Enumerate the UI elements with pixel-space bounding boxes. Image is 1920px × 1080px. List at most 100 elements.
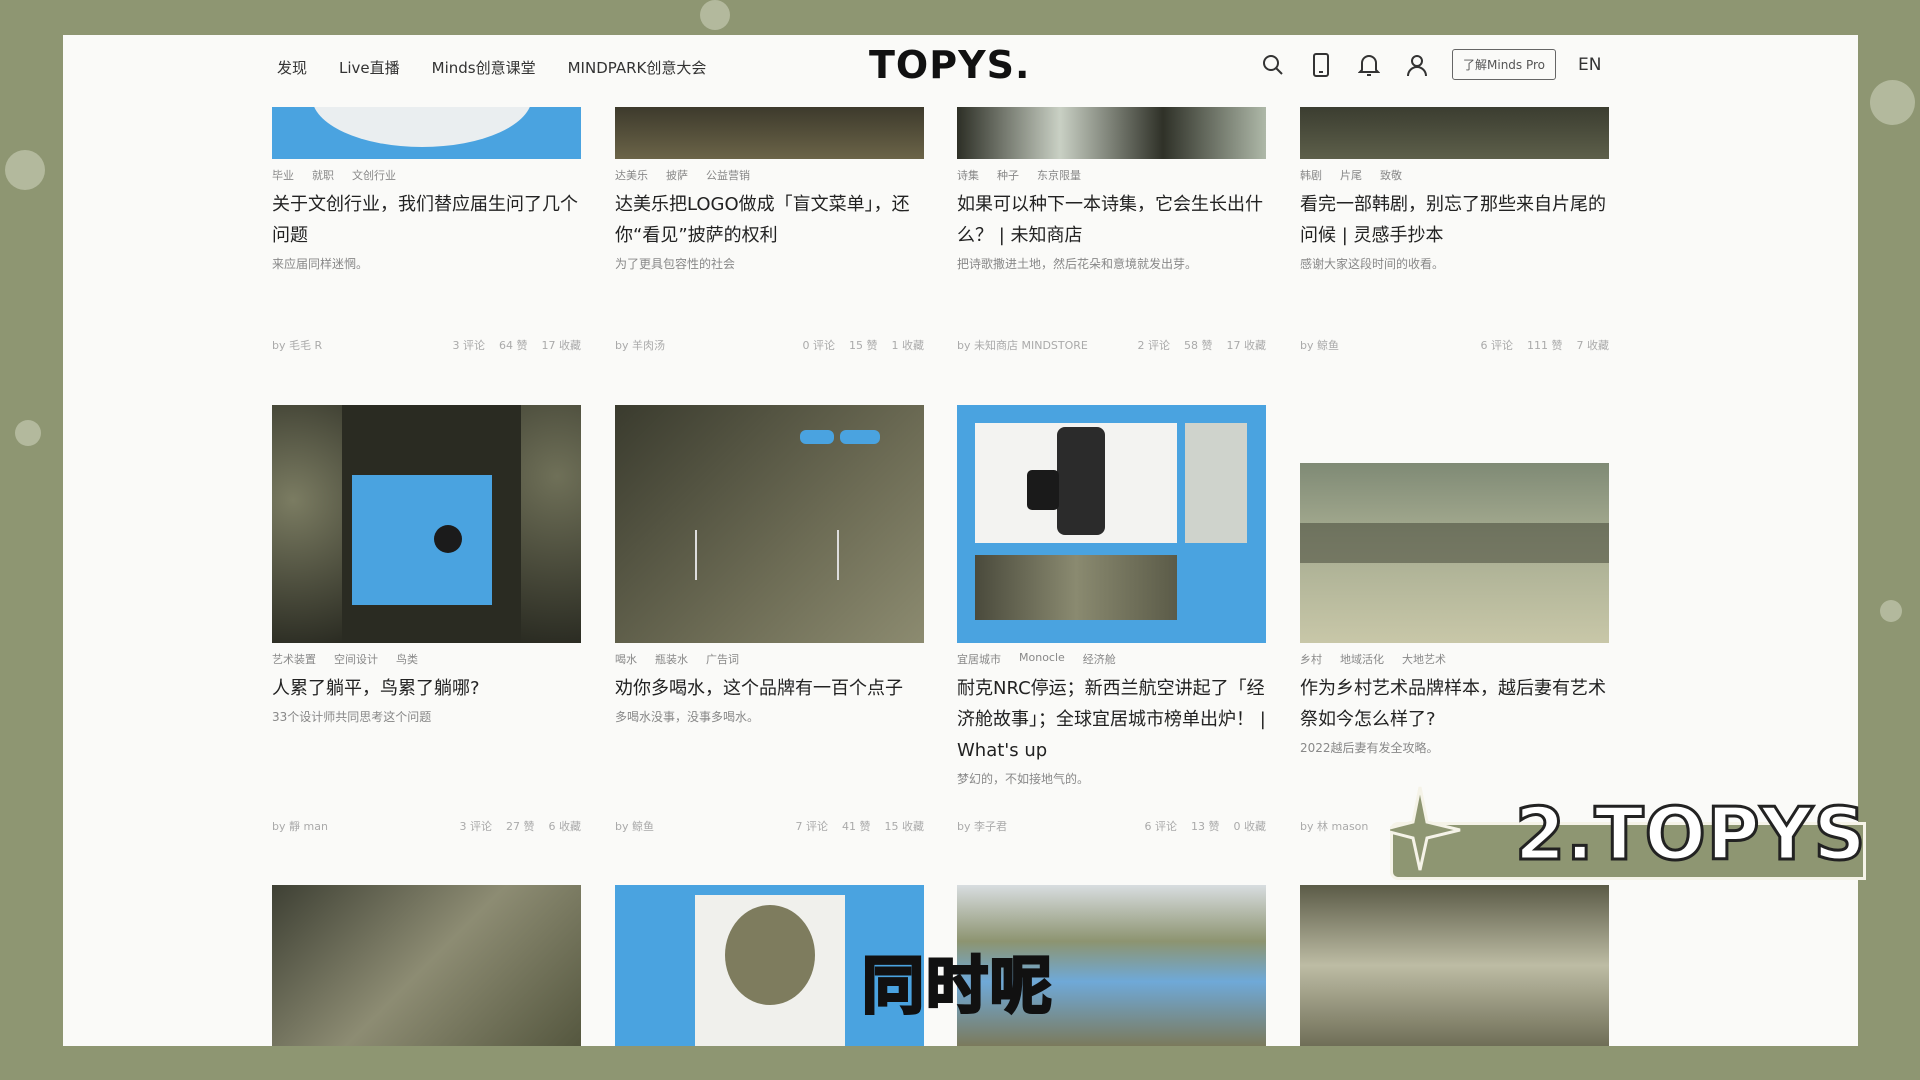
- article-title[interactable]: 劝你多喝水，这个品牌有一百个点子: [615, 673, 924, 704]
- author[interactable]: by 羊肉汤: [615, 337, 665, 353]
- tag[interactable]: 片尾: [1340, 167, 1362, 183]
- tag[interactable]: 鸟类: [396, 651, 418, 667]
- nav-minds-class[interactable]: Minds创意课堂: [432, 57, 536, 78]
- author[interactable]: by 鲸鱼: [615, 818, 654, 834]
- article-thumbnail[interactable]: [272, 405, 581, 643]
- article-subtitle: 2022越后妻有发全攻略。: [1300, 741, 1439, 755]
- tag-list: 毕业 就职 文创行业: [272, 167, 581, 183]
- mobile-icon[interactable]: [1308, 52, 1334, 78]
- bokeh-dot: [1880, 600, 1902, 622]
- comment-count: 3 评论: [459, 820, 493, 833]
- header-tools: 了解Minds Pro EN: [1260, 49, 1601, 80]
- article-title[interactable]: 达美乐把LOGO做成「盲文菜单」，还你“看见”披萨的权利: [615, 189, 924, 251]
- article-subtitle: 感谢大家这段时间的收看。: [1300, 257, 1445, 271]
- user-icon[interactable]: [1404, 52, 1430, 78]
- tag[interactable]: 大地艺术: [1402, 651, 1446, 667]
- save-count: 17 收藏: [541, 339, 582, 352]
- tag[interactable]: 空间设计: [334, 651, 378, 667]
- tag[interactable]: 达美乐: [615, 167, 648, 183]
- tag[interactable]: 喝水: [615, 651, 637, 667]
- search-icon[interactable]: [1260, 52, 1286, 78]
- article-meta: by 李子君 6 评论 13 赞 0 收藏: [957, 818, 1266, 834]
- like-count: 27 赞: [506, 820, 535, 833]
- save-count: 0 收藏: [1233, 820, 1267, 833]
- bokeh-dot: [700, 0, 730, 30]
- nav-discover[interactable]: 发现: [277, 57, 307, 78]
- like-count: 58 赞: [1184, 339, 1213, 352]
- article-thumbnail[interactable]: [1300, 885, 1609, 1046]
- bokeh-dot: [15, 420, 41, 446]
- tag[interactable]: 瓶装水: [655, 651, 688, 667]
- site-logo[interactable]: TOPYS.: [869, 43, 1030, 87]
- tag[interactable]: 文创行业: [352, 167, 396, 183]
- author[interactable]: by 李子君: [957, 818, 1007, 834]
- video-subtitle: 同时呢: [860, 948, 1055, 1024]
- article-title[interactable]: 耐克NRC停运；新西兰航空讲起了「经济舱故事」；全球宜居城市榜单出炉！ | Wh…: [957, 673, 1266, 766]
- tag[interactable]: 毕业: [272, 167, 294, 183]
- tag[interactable]: 经济舱: [1083, 651, 1116, 667]
- author[interactable]: by 林 mason: [1300, 818, 1368, 834]
- tag[interactable]: 诗集: [957, 167, 979, 183]
- tag[interactable]: Monocle: [1019, 651, 1065, 667]
- comment-count: 6 评论: [1144, 820, 1178, 833]
- article-thumbnail[interactable]: [1300, 463, 1609, 643]
- comment-count: 0 评论: [802, 339, 836, 352]
- tag[interactable]: 广告词: [706, 651, 739, 667]
- nav-mindpark[interactable]: MINDPARK创意大会: [568, 57, 707, 78]
- tag[interactable]: 致敬: [1380, 167, 1402, 183]
- comment-count: 6 评论: [1480, 339, 1514, 352]
- comment-count: 3 评论: [452, 339, 486, 352]
- comment-count: 2 评论: [1137, 339, 1171, 352]
- article-title[interactable]: 作为乡村艺术品牌样本，越后妻有艺术祭如今怎么样了?: [1300, 673, 1609, 735]
- author[interactable]: by 鲸鱼: [1300, 337, 1339, 353]
- tag[interactable]: 披萨: [666, 167, 688, 183]
- article-card: 毕业 就职 文创行业 关于文创行业，我们替应届生问了几个问题 来应届同样迷惘。: [272, 107, 581, 272]
- author[interactable]: by 毛毛 R: [272, 337, 322, 353]
- article-meta: by 未知商店 MINDSTORE 2 评论 58 赞 17 收藏: [957, 337, 1266, 353]
- language-toggle[interactable]: EN: [1578, 55, 1601, 75]
- tag[interactable]: 乡村: [1300, 651, 1322, 667]
- tag[interactable]: 东京限量: [1037, 167, 1081, 183]
- article-thumbnail[interactable]: [272, 885, 581, 1046]
- article-thumbnail[interactable]: [1300, 107, 1609, 159]
- main-nav: 发现 Live直播 Minds创意课堂 MINDPARK创意大会: [277, 57, 706, 78]
- article-thumbnail[interactable]: [272, 107, 581, 159]
- like-count: 64 赞: [499, 339, 528, 352]
- article-thumbnail[interactable]: [615, 107, 924, 159]
- save-count: 15 收藏: [884, 820, 925, 833]
- author[interactable]: by 未知商店 MINDSTORE: [957, 337, 1088, 353]
- minds-pro-button[interactable]: 了解Minds Pro: [1452, 49, 1557, 80]
- tag[interactable]: 地域活化: [1340, 651, 1384, 667]
- nav-live[interactable]: Live直播: [339, 57, 400, 78]
- tag[interactable]: 艺术装置: [272, 651, 316, 667]
- tag[interactable]: 韩剧: [1300, 167, 1322, 183]
- section-banner: 2.TOPYS: [1390, 782, 1867, 890]
- browser-frame: 发现 Live直播 Minds创意课堂 MINDPARK创意大会 TOPYS. …: [63, 35, 1858, 1046]
- article-title[interactable]: 看完一部韩剧，别忘了那些来自片尾的问候 | 灵感手抄本: [1300, 189, 1609, 251]
- tag-list: 达美乐 披萨 公益营销: [615, 167, 924, 183]
- article-meta: by 靜 man 3 评论 27 赞 6 收藏: [272, 818, 581, 834]
- tag[interactable]: 宜居城市: [957, 651, 1001, 667]
- article-card: 喝水 瓶装水 广告词 劝你多喝水，这个品牌有一百个点子 多喝水没事，没事多喝水。: [615, 405, 924, 725]
- article-title[interactable]: 如果可以种下一本诗集，它会生长出什么？ | 未知商店: [957, 189, 1266, 251]
- save-count: 17 收藏: [1226, 339, 1267, 352]
- article-subtitle: 33个设计师共同思考这个问题: [272, 710, 432, 724]
- like-count: 41 赞: [842, 820, 871, 833]
- author[interactable]: by 靜 man: [272, 818, 328, 834]
- article-card: 宜居城市 Monocle 经济舱 耐克NRC停运；新西兰航空讲起了「经济舱故事」…: [957, 405, 1266, 787]
- tag[interactable]: 公益营销: [706, 167, 750, 183]
- save-count: 1 收藏: [891, 339, 925, 352]
- article-meta: by 鲸鱼 7 评论 41 赞 15 收藏: [615, 818, 924, 834]
- like-count: 111 赞: [1527, 339, 1563, 352]
- tag[interactable]: 就职: [312, 167, 334, 183]
- article-thumbnail[interactable]: [957, 107, 1266, 159]
- bokeh-dot: [1870, 80, 1915, 125]
- article-thumbnail[interactable]: [957, 405, 1266, 643]
- article-title[interactable]: 人累了躺平，鸟累了躺哪?: [272, 673, 581, 704]
- bell-icon[interactable]: [1356, 52, 1382, 78]
- article-thumbnail[interactable]: [615, 405, 924, 643]
- article-meta: by 羊肉汤 0 评论 15 赞 1 收藏: [615, 337, 924, 353]
- tag[interactable]: 种子: [997, 167, 1019, 183]
- tag-list: 艺术装置 空间设计 鸟类: [272, 651, 581, 667]
- article-title[interactable]: 关于文创行业，我们替应届生问了几个问题: [272, 189, 581, 251]
